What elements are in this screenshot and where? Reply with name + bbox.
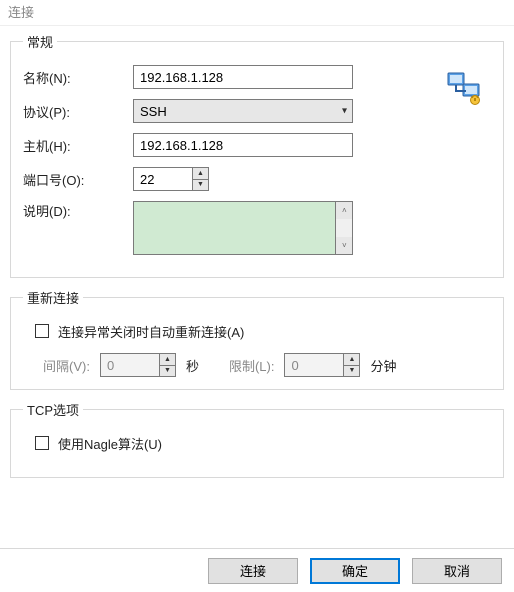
group-reconnect-legend: 重新连接	[23, 288, 83, 307]
interval-input	[101, 354, 159, 376]
interval-label: 间隔(V):	[43, 356, 90, 375]
window-title: 连接	[0, 0, 514, 26]
limit-step-down: ▼	[344, 365, 359, 377]
interval-step-down: ▼	[160, 365, 175, 377]
nagle-checkbox[interactable]	[35, 436, 49, 450]
button-bar: 连接 确定 取消	[0, 548, 514, 592]
group-general-legend: 常规	[23, 32, 57, 51]
auto-reconnect-label: 连接异常关闭时自动重新连接(A)	[58, 322, 244, 341]
port-step-down[interactable]: ▼	[193, 179, 208, 191]
group-tcp-legend: TCP选项	[23, 400, 83, 419]
description-scrollbar[interactable]: ˄ ˅	[336, 201, 353, 255]
group-reconnect: 重新连接 连接异常关闭时自动重新连接(A) 间隔(V): ▲ ▼ 秒 限制(L)…	[10, 288, 504, 390]
name-label: 名称(N):	[23, 68, 133, 87]
limit-step-up: ▲	[344, 354, 359, 365]
protocol-select[interactable]: SSH	[133, 99, 353, 123]
port-stepper[interactable]: ▲ ▼	[133, 167, 209, 191]
cancel-button[interactable]: 取消	[412, 558, 502, 584]
interval-stepper: ▲ ▼	[100, 353, 176, 377]
description-textarea[interactable]	[133, 201, 336, 255]
limit-label: 限制(L):	[229, 356, 275, 375]
protocol-label: 协议(P):	[23, 102, 133, 121]
scroll-down-icon[interactable]: ˅	[336, 237, 352, 254]
interval-unit: 秒	[186, 356, 199, 375]
scroll-up-icon[interactable]: ˄	[336, 202, 352, 219]
port-step-up[interactable]: ▲	[193, 168, 208, 179]
port-label: 端口号(O):	[23, 170, 133, 189]
limit-stepper: ▲ ▼	[284, 353, 360, 377]
limit-unit: 分钟	[370, 356, 396, 375]
interval-step-up: ▲	[160, 354, 175, 365]
host-label: 主机(H):	[23, 136, 133, 155]
scroll-track[interactable]	[336, 219, 352, 237]
auto-reconnect-checkbox[interactable]	[35, 324, 49, 338]
port-input[interactable]	[134, 168, 192, 190]
host-input[interactable]	[133, 133, 353, 157]
group-general: 常规 名称(N): 协议(P):	[10, 32, 504, 278]
name-input[interactable]	[133, 65, 353, 89]
group-tcp: TCP选项 使用Nagle算法(U)	[10, 400, 504, 478]
limit-input	[285, 354, 343, 376]
nagle-label: 使用Nagle算法(U)	[58, 434, 162, 453]
connect-button[interactable]: 连接	[208, 558, 298, 584]
connection-icon	[445, 69, 485, 109]
description-label: 说明(D):	[23, 201, 133, 220]
ok-button[interactable]: 确定	[310, 558, 400, 584]
